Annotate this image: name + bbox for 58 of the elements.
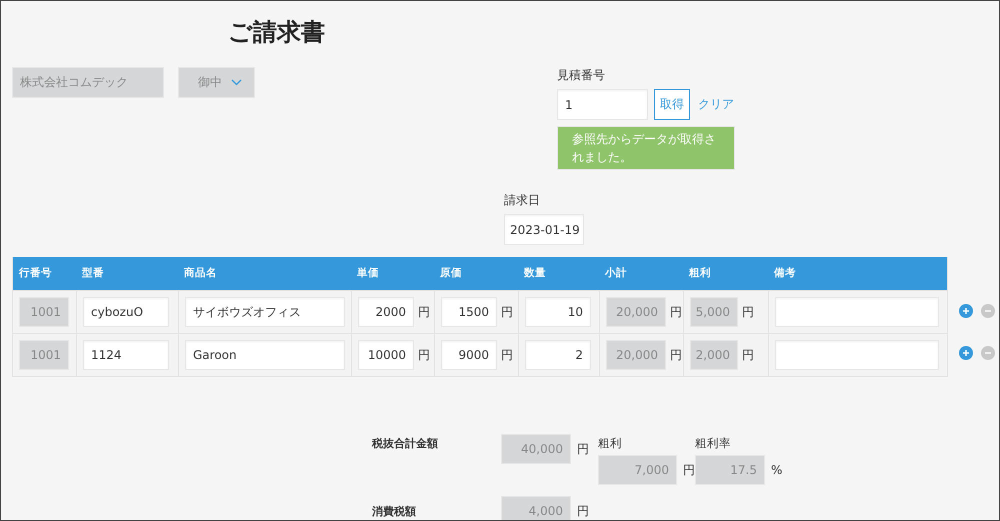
text-field[interactable]: Garoon bbox=[185, 340, 345, 370]
tax-field: 4,000 bbox=[501, 496, 571, 520]
readonly-field: 20,000 bbox=[606, 297, 666, 327]
column-header: 原価 bbox=[439, 266, 463, 281]
unit-label: 円 bbox=[577, 440, 589, 458]
remove-row-icon[interactable] bbox=[981, 304, 995, 318]
remove-row-icon[interactable] bbox=[981, 346, 995, 360]
estimate-number-label: 見積番号 bbox=[557, 67, 605, 83]
add-row-icon[interactable] bbox=[959, 346, 973, 360]
tax-label: 消費税額 bbox=[372, 504, 417, 518]
text-field[interactable] bbox=[775, 340, 939, 370]
readonly-field: 20,000 bbox=[606, 340, 666, 370]
chevron-down-icon bbox=[231, 79, 242, 86]
page-title: ご請求書 bbox=[228, 17, 325, 48]
column-header: 行番号 bbox=[18, 266, 53, 281]
column-header: 型番 bbox=[81, 266, 105, 281]
unit-label: 円 bbox=[577, 502, 589, 520]
text-field[interactable]: 1124 bbox=[83, 340, 169, 370]
text-field[interactable]: cybozuO bbox=[83, 297, 169, 327]
date-field[interactable]: 2023-01-19 bbox=[504, 214, 584, 245]
unit-label: 円 bbox=[742, 346, 754, 364]
unit-label: 円 bbox=[501, 304, 513, 320]
readonly-field: 5,000 bbox=[690, 297, 738, 327]
unit-label: 円 bbox=[418, 304, 430, 320]
column-header: 単価 bbox=[356, 266, 380, 281]
number-field[interactable]: 9000 bbox=[441, 340, 497, 370]
number-field[interactable]: 10 bbox=[525, 297, 591, 327]
unit-label: 円 bbox=[742, 304, 754, 320]
unit-label: 円 bbox=[418, 346, 430, 364]
unit-label: 円 bbox=[670, 304, 682, 320]
success-message: 参照先からデータが取得されました。 bbox=[557, 126, 735, 170]
profit-rate-field: 17.5 bbox=[695, 455, 765, 485]
number-field[interactable]: 2 bbox=[525, 340, 591, 370]
unit-label: 円 bbox=[670, 346, 682, 364]
gross-profit-label: 粗利 bbox=[598, 436, 622, 450]
number-field[interactable]: 1500 bbox=[441, 297, 497, 327]
readonly-field: 1001 bbox=[19, 297, 69, 327]
subtotal-label: 税抜合計金額 bbox=[372, 436, 439, 451]
column-header: 小計 bbox=[604, 266, 628, 281]
unit-label: 円 bbox=[683, 462, 695, 478]
invoice-date-label: 請求日 bbox=[504, 192, 540, 208]
subtotal-field: 40,000 bbox=[501, 434, 571, 464]
column-header: 備考 bbox=[772, 266, 797, 281]
unit-label: 円 bbox=[501, 346, 513, 364]
number-field[interactable]: 10000 bbox=[358, 340, 414, 370]
add-row-icon[interactable] bbox=[959, 304, 973, 318]
unit-label: % bbox=[771, 463, 782, 477]
readonly-field: 2,000 bbox=[690, 340, 738, 370]
estimate-number-field[interactable]: 1 bbox=[557, 89, 648, 120]
column-header: 数量 bbox=[522, 266, 547, 281]
readonly-field: 1001 bbox=[19, 340, 69, 370]
number-field[interactable]: 2000 bbox=[358, 297, 414, 327]
text-field[interactable] bbox=[775, 297, 939, 327]
column-header: 粗利 bbox=[688, 266, 712, 281]
gross-profit-field: 7,000 bbox=[598, 455, 677, 485]
profit-rate-label: 粗利率 bbox=[695, 436, 731, 450]
text-field[interactable]: サイボウズオフィス bbox=[185, 297, 345, 327]
column-header: 商品名 bbox=[183, 266, 218, 281]
